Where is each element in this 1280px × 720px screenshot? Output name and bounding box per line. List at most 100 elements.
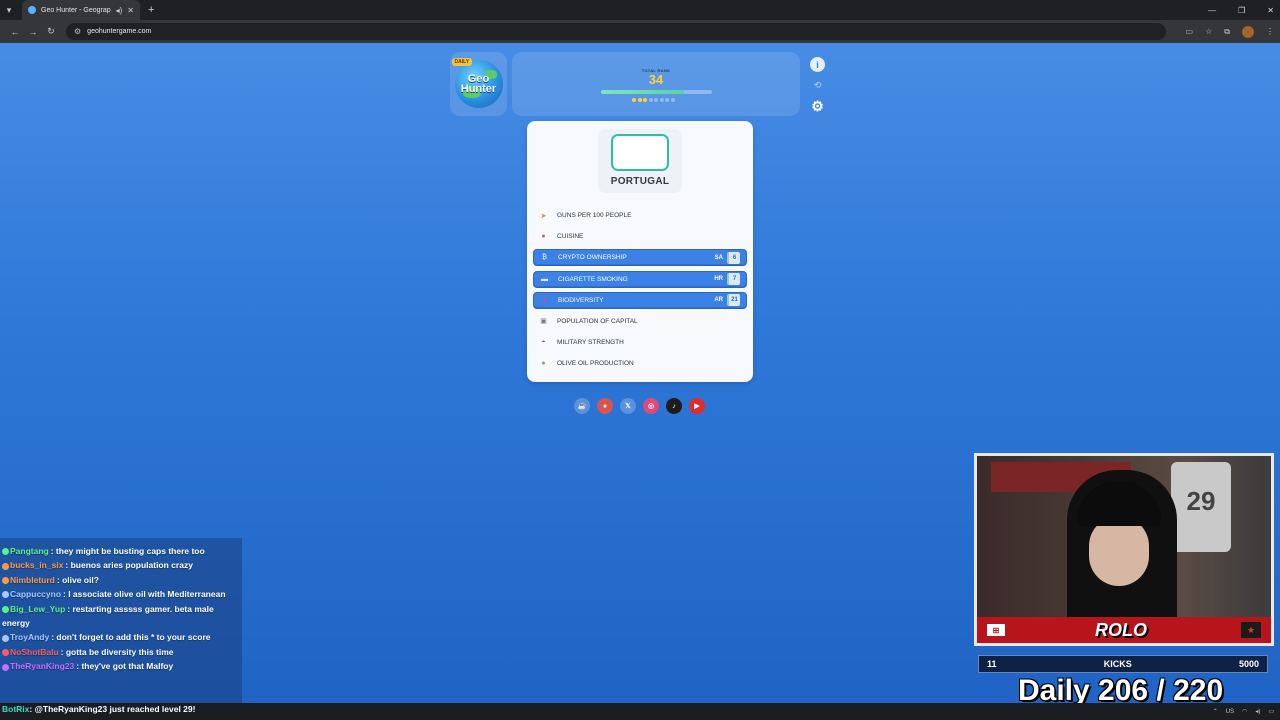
locale-indicator[interactable]: US [1226, 709, 1234, 715]
round-dot [648, 98, 653, 102]
leaf-icon: ● [542, 296, 547, 304]
x-icon[interactable]: 𝕏 [620, 398, 636, 414]
round-dot [654, 98, 658, 102]
chat-badge-icon [2, 649, 9, 657]
category-row[interactable]: ₿ CRYPTO OWNERSHIP SA 6 [533, 249, 747, 267]
chat-text: : buenos aries population crazy [65, 560, 193, 571]
progress-fill [601, 90, 685, 94]
info-icon[interactable]: i [810, 57, 825, 72]
back-icon[interactable]: ← [6, 27, 24, 37]
tab-search-icon[interactable]: ▾ [0, 0, 18, 20]
chat-badge-icon [2, 634, 9, 642]
side-icons: i ⟲ ⚙ [810, 57, 825, 114]
chat-text: : gotta be diversity this time [60, 646, 174, 657]
close-window-icon[interactable]: ✕ [1267, 6, 1274, 15]
logo-line-2: Hunter [460, 83, 497, 95]
round-dot [637, 98, 642, 102]
chat-username: Cappuccyno [10, 589, 62, 600]
new-tab-icon[interactable]: + [148, 4, 154, 16]
coffee-icon[interactable]: ☕ [574, 398, 590, 414]
category-label: CIGARETTE SMOKING [558, 275, 628, 283]
category-row[interactable]: ◓ MILITARY STRENGTH [533, 334, 747, 351]
chat-badge-icon [2, 663, 9, 671]
volume-icon[interactable]: ◂) [1255, 708, 1260, 715]
instagram-icon[interactable]: ◎ [643, 398, 659, 414]
chosen-country-code: AR [714, 297, 723, 304]
menu-icon[interactable]: ⋮ [1266, 27, 1274, 36]
category-label: POPULATION OF CAPITAL [557, 317, 638, 325]
chat-message: TroyAndy: don't forget to add this * to … [0, 630, 242, 644]
category-rank: 6 [727, 251, 740, 264]
chat-message: Nimbleturd: olive oil? [0, 573, 242, 587]
refresh-icon[interactable]: ⟲ [810, 78, 825, 93]
chat-message: NoShotBalu: gotta be diversity this time [0, 645, 242, 659]
helmet-icon: ◓ [541, 339, 546, 347]
audio-icon[interactable]: ◂) [116, 6, 123, 15]
country-box: PORTUGAL [598, 129, 682, 193]
chat-badge-icon [2, 562, 9, 570]
chat-username: Big_Lew_Yup [10, 603, 66, 614]
webcam-overlay: 29 ⊞ ROLO ★ [974, 453, 1274, 646]
tab-title: Geo Hunter - Geography G [41, 6, 111, 14]
category-label: CRYPTO OWNERSHIP [558, 254, 627, 262]
browser-tabbar: ▾ Geo Hunter - Geography G ◂) ✕ + — ❐ ✕ [0, 0, 1280, 20]
close-tab-icon[interactable]: ✕ [127, 6, 134, 15]
bookmark-star-icon[interactable]: ☆ [1205, 27, 1212, 36]
youtube-icon[interactable]: ▶ [689, 398, 705, 414]
chat-message: bucks_in_six: buenos aries population cr… [0, 558, 242, 572]
chat-text: : don't forget to add this * to your sco… [51, 632, 211, 643]
kicks-label: KICKS [1103, 659, 1132, 669]
chevron-up-icon[interactable]: ⌃ [1213, 708, 1218, 715]
category-row[interactable]: ● BIODIVERSITY AR 21 [533, 291, 747, 309]
url-text: geohuntergame.com [87, 28, 152, 35]
category-row[interactable]: ▣ POPULATION OF CAPITAL [533, 313, 747, 330]
round-dot [643, 98, 647, 102]
forward-icon[interactable]: → [24, 27, 42, 37]
country-name: PORTUGAL [610, 176, 670, 187]
webcam-brand-bar: ⊞ ROLO ★ [977, 617, 1271, 643]
category-label: BIODIVERSITY [558, 296, 604, 304]
category-rank: 21 [727, 294, 740, 307]
game-card: PORTUGAL ➤ GUNS PER 100 PEOPLE ● CUISINE ₿ CR… [527, 121, 753, 382]
category-row[interactable]: ● CUISINE [533, 228, 747, 245]
browser-tab[interactable]: Geo Hunter - Geography G ◂) ✕ [22, 0, 140, 20]
star-icon: ★ [1241, 622, 1261, 638]
reload-icon[interactable]: ↻ [42, 26, 60, 37]
round-dot [670, 98, 675, 102]
extensions-icon[interactable]: ⧉ [1224, 27, 1230, 37]
round-dot [632, 98, 636, 102]
kicks-left-value: 11 [987, 659, 997, 669]
wifi-icon[interactable]: ◠ [1242, 708, 1247, 715]
window-controls: — ❐ ✕ [1208, 0, 1274, 20]
stream-chat: Pangtang: they might be busting caps the… [0, 538, 242, 720]
chat-text: : olive oil? [56, 574, 99, 585]
brand-text: ROLO [1095, 619, 1147, 640]
profile-avatar[interactable] [1242, 25, 1254, 38]
gear-icon[interactable]: ⚙ [810, 98, 825, 114]
battery-icon[interactable]: ▭ [1268, 708, 1274, 715]
maximize-icon[interactable]: ❐ [1238, 6, 1245, 15]
category-row[interactable]: ▬ CIGARETTE SMOKING HR 7 [533, 270, 747, 288]
brand-logo-icon: ⊞ [987, 624, 1005, 636]
category-row[interactable]: ● OLIVE OIL PRODUCTION [533, 355, 747, 372]
chat-username: TheRyanKing23 [10, 661, 75, 672]
chosen-country-code: SA [714, 254, 723, 261]
category-row[interactable]: ➤ GUNS PER 100 PEOPLE [533, 207, 747, 224]
chat-message: Cappuccyno: I associate olive oil with M… [0, 587, 242, 601]
category-label: OLIVE OIL PRODUCTION [557, 360, 634, 368]
site-info-icon[interactable]: ⚙ [74, 27, 81, 36]
geo-hunter-logo[interactable]: DAILY Geo Hunter [450, 52, 507, 116]
tiktok-icon[interactable]: ♪ [666, 398, 682, 414]
category-label: CUISINE [557, 233, 584, 241]
cast-icon[interactable]: ▭ [1186, 27, 1194, 36]
chat-badge-icon [2, 605, 9, 613]
reddit-icon[interactable]: ● [597, 398, 613, 414]
social-links: ☕ ● 𝕏 ◎ ♪ ▶ [574, 398, 705, 414]
chat-username: bucks_in_six [10, 560, 64, 571]
chat-badge-icon [2, 591, 9, 599]
cigarette-icon: ▬ [541, 275, 548, 283]
chat-username: TroyAndy [10, 632, 50, 643]
minimize-icon[interactable]: — [1208, 6, 1216, 15]
address-bar[interactable]: ⚙ geohuntergame.com [66, 23, 1166, 40]
score-panel: TOTAL RANK 34 [512, 52, 800, 116]
